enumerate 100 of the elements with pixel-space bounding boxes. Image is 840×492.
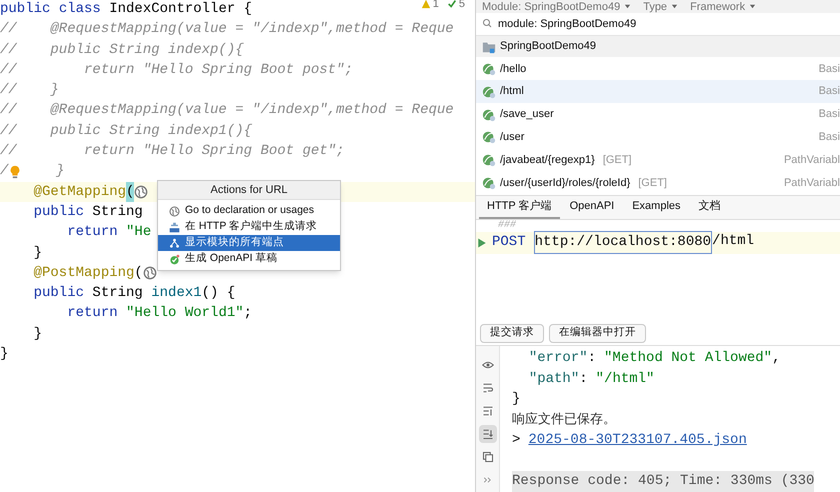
check-icon (446, 0, 457, 10)
code-text: IndexController { (108, 0, 252, 19)
code-text: () { (202, 284, 236, 304)
code-text: String (91, 284, 144, 304)
panel-tab[interactable]: OpenAPI (562, 196, 622, 219)
code-text: "Hello World1" (126, 304, 244, 324)
url-host: http://localhost:8080 (534, 231, 712, 254)
code-text: class (58, 0, 101, 19)
code-text: } (55, 162, 64, 182)
filter-dropdown[interactable]: Framework (690, 0, 756, 13)
url-path: /html (712, 232, 754, 252)
code-text: index1 (151, 284, 202, 304)
code-text: ; (244, 304, 252, 324)
endpoint-path: /user/{userId}/roles/{roleId} (500, 176, 630, 191)
endpoint-type: PathVariabl (784, 153, 840, 168)
endpoint-type: Basi (818, 62, 840, 77)
endpoint-path: /hello (500, 62, 526, 77)
http-method: [GET] (602, 153, 632, 168)
json-brace: } (512, 390, 520, 410)
filter-dropdown[interactable]: Module: SpringBootDemo49 (482, 0, 632, 13)
action-button[interactable]: 在编辑器中打开 (549, 324, 646, 343)
status-message: 响应文件已保存。 (512, 410, 616, 429)
code-text: // return "Hello Spring Boot get"; (0, 142, 344, 162)
lightbulb-icon (8, 164, 22, 179)
toolbar-button[interactable] (478, 425, 496, 444)
globe-icon[interactable] (142, 266, 157, 280)
globe-icon[interactable] (134, 184, 148, 199)
popup-menu-item[interactable]: 在 HTTP 客户端中生成请求 (158, 219, 340, 235)
endpoint-path: /user (500, 130, 524, 146)
endpoint-row[interactable]: /html Basi (476, 80, 840, 104)
comment-text: ### (497, 220, 518, 232)
code-text: return (66, 304, 119, 324)
code-text: public (32, 202, 84, 222)
leaf-icon (482, 153, 496, 168)
endpoint-path: /html (500, 84, 524, 100)
module-name: SpringBootDemo49 (500, 39, 596, 54)
folder-icon (482, 40, 496, 54)
leaf-icon (482, 84, 496, 99)
json-colon: : (579, 370, 588, 389)
http-method: [GET] (638, 176, 667, 191)
code-text: / (0, 162, 8, 182)
warning-icon (420, 0, 431, 10)
filter-dropdown[interactable]: Type (643, 0, 678, 13)
code-text: return (66, 223, 119, 242)
search-icon (482, 18, 494, 30)
code-text: public (0, 0, 52, 19)
search-field[interactable]: module: SpringBootDemo49 (498, 16, 834, 32)
endpoint-path: /javabeat/{regexp1} (500, 153, 595, 168)
code-text: } (32, 244, 42, 263)
json-value: "Method Not Allowed" (604, 349, 772, 368)
leaf-icon (482, 130, 496, 144)
endpoint-type: Basi (818, 84, 840, 100)
action-button[interactable]: 提交请求 (480, 324, 544, 343)
response-status: Response code: 405; Time: 330ms (330 (512, 471, 814, 492)
leaf-icon (482, 62, 496, 76)
code-text: } (32, 324, 42, 344)
json-key: "path" (528, 368, 580, 390)
leaf-icon (482, 176, 496, 190)
popup-menu-item[interactable]: 生成 OpenAPI 草稿 (158, 251, 340, 267)
json-value: "/html" (596, 370, 654, 389)
popup-menu-item[interactable]: 显示模块的所有端点 (158, 235, 340, 251)
endpoint-type: Basi (818, 107, 840, 122)
sort-icon (482, 405, 494, 418)
code-text: "He (126, 223, 152, 242)
caret-icon (624, 3, 632, 10)
code-text: // public String indexp1(){ (0, 122, 252, 141)
code-text: ( (134, 264, 143, 283)
caret-icon (671, 3, 678, 10)
code-text: // } (0, 81, 59, 100)
json-colon: : (588, 349, 596, 368)
code-text: // return "Hello Spring Boot post"; (0, 60, 353, 80)
check-badge-icon (169, 254, 180, 264)
scroll-end-icon (482, 428, 494, 440)
endpoint-path: /save_user (500, 107, 554, 122)
leaf-icon (482, 108, 496, 122)
json-comma: , (772, 349, 780, 368)
code-text: // @RequestMapping(value = "/indexp",method = Reque (0, 101, 454, 120)
endpoint-type: PathVariabl (784, 176, 840, 191)
file-link[interactable]: 2025-08-30T233107.405.json (528, 430, 747, 451)
code-text: public (32, 284, 84, 304)
api-icon (169, 222, 180, 232)
code-text: @PostMapping (32, 264, 134, 283)
endpoint-type: Basi (818, 130, 840, 146)
json-key: "error" (528, 348, 588, 369)
code-text: } (0, 345, 8, 364)
popup-menu-item[interactable]: Go to declaration or usages (158, 203, 340, 219)
tree-icon (169, 238, 180, 248)
caret-icon (749, 3, 756, 10)
code-text: @GetMapping (32, 182, 126, 202)
prompt-mark: > (512, 431, 520, 450)
wrap-icon (482, 382, 494, 394)
popup-title: Actions for URL (158, 181, 340, 200)
code-text: // public String indexp(){ (0, 40, 244, 60)
http-method: POST (492, 233, 526, 252)
panel-tab[interactable]: Examples (624, 196, 689, 219)
code-text: ( (126, 182, 134, 202)
copy-icon (482, 451, 494, 464)
panel-tab[interactable]: 文档 (690, 196, 729, 219)
code-text: // @RequestMapping(value = "/indexp",method = Reque (0, 20, 454, 40)
globe-icon (169, 206, 180, 216)
